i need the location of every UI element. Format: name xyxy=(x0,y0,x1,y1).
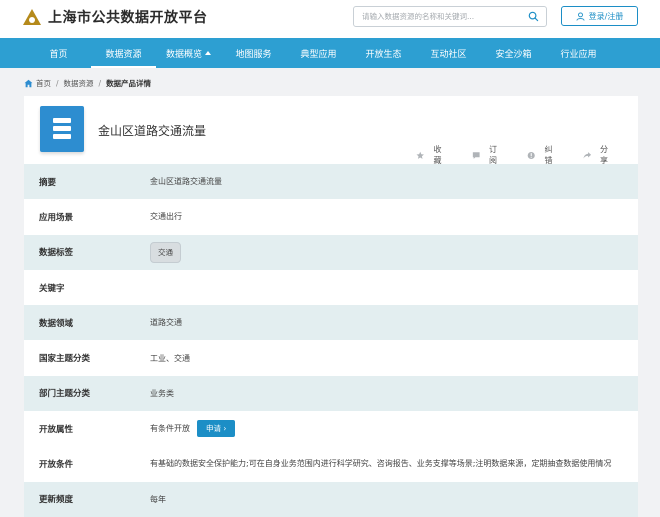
data-tag[interactable]: 交通 xyxy=(150,241,181,263)
dataset-title: 金山区道路交通流量 xyxy=(98,124,207,138)
detail-row-national-category: 国家主题分类 工业、交通 xyxy=(39,353,190,365)
share-icon xyxy=(583,151,591,159)
caret-up-icon xyxy=(205,51,211,55)
site-title: 上海市公共数据开放平台 xyxy=(48,10,208,26)
dataset-actions: 收藏 订阅 纠错 分享 xyxy=(416,144,638,166)
login-button[interactable]: 登录/注册 xyxy=(561,6,638,26)
dataset-detail-card: 金山区道路交通流量 收藏 订阅 纠错 分享 摘要 金山区道路交通流量 应用场景 … xyxy=(24,96,638,517)
logo-mark-icon xyxy=(22,8,42,26)
detail-row-dept-category: 部门主题分类 业务类 xyxy=(24,375,638,412)
detail-row-open-attribute: 开放属性 有条件开放 申请 › xyxy=(24,411,638,446)
breadcrumb-separator: / xyxy=(98,79,102,88)
alert-circle-icon xyxy=(527,151,535,159)
home-icon xyxy=(24,79,33,88)
search-input[interactable] xyxy=(354,7,524,26)
breadcrumb-separator: / xyxy=(56,79,59,88)
nav-item-industry-apps[interactable]: 行业应用 xyxy=(546,38,611,68)
detail-row-tags: 数据标签 交通 xyxy=(24,234,638,270)
detail-row-open-condition: 开放条件 有基础的数据安全保护能力;可在自身业务范围内进行科学研究、咨询报告、业… xyxy=(39,459,612,471)
nav-item-data-overview[interactable]: 数据概览 xyxy=(156,38,221,68)
search-icon[interactable] xyxy=(528,11,539,22)
open-attribute-value: 有条件开放 xyxy=(150,424,190,434)
chat-bubble-icon xyxy=(472,151,480,159)
detail-row-domain: 数据领域 道路交通 xyxy=(24,305,638,341)
user-icon xyxy=(576,11,585,21)
subscribe-button[interactable]: 订阅 xyxy=(472,144,505,166)
apply-button[interactable]: 申请 › xyxy=(197,420,236,438)
correct-button[interactable]: 纠错 xyxy=(527,144,560,166)
nav-item-open-ecosystem[interactable]: 开放生态 xyxy=(351,38,416,68)
breadcrumb-home[interactable]: 首页 xyxy=(36,78,51,89)
detail-table: 摘要 金山区道路交通流量 应用场景 交通出行 数据标签 交通 关键字 数据领域 … xyxy=(24,164,638,517)
site-logo[interactable]: 上海市公共数据开放平台 xyxy=(22,7,208,27)
detail-row-keywords: 关键字 xyxy=(39,283,65,294)
breadcrumb-current: 数据产品详情 xyxy=(106,79,152,88)
nav-item-community[interactable]: 互动社区 xyxy=(416,38,481,68)
breadcrumb-data-resources[interactable]: 数据资源 xyxy=(64,78,94,89)
nav-item-data-resources[interactable]: 数据资源 xyxy=(91,38,156,68)
login-label: 登录/注册 xyxy=(588,11,624,21)
main-nav: 首页 数据资源 数据概览 地图服务 典型应用 开放生态 互动社区 安全沙箱 行业… xyxy=(0,38,660,68)
nav-item-typical-apps[interactable]: 典型应用 xyxy=(286,38,351,68)
share-button[interactable]: 分享 xyxy=(583,144,616,166)
top-bar: 上海市公共数据开放平台 登录/注册 xyxy=(0,0,660,38)
search-box xyxy=(353,6,547,27)
favorite-button[interactable]: 收藏 xyxy=(416,144,449,166)
detail-row-summary: 摘要 金山区道路交通流量 xyxy=(24,164,638,200)
detail-row-scenario: 应用场景 交通出行 xyxy=(39,212,182,223)
breadcrumb: 首页 / 数据资源 / 数据产品详情 xyxy=(24,78,151,89)
star-icon xyxy=(416,151,424,159)
database-icon xyxy=(40,106,84,152)
nav-item-map-services[interactable]: 地图服务 xyxy=(221,38,286,68)
nav-item-home[interactable]: 首页 xyxy=(26,38,91,68)
detail-row-update-frequency: 更新频度 每年 xyxy=(24,481,638,517)
nav-item-sandbox[interactable]: 安全沙箱 xyxy=(481,38,546,68)
